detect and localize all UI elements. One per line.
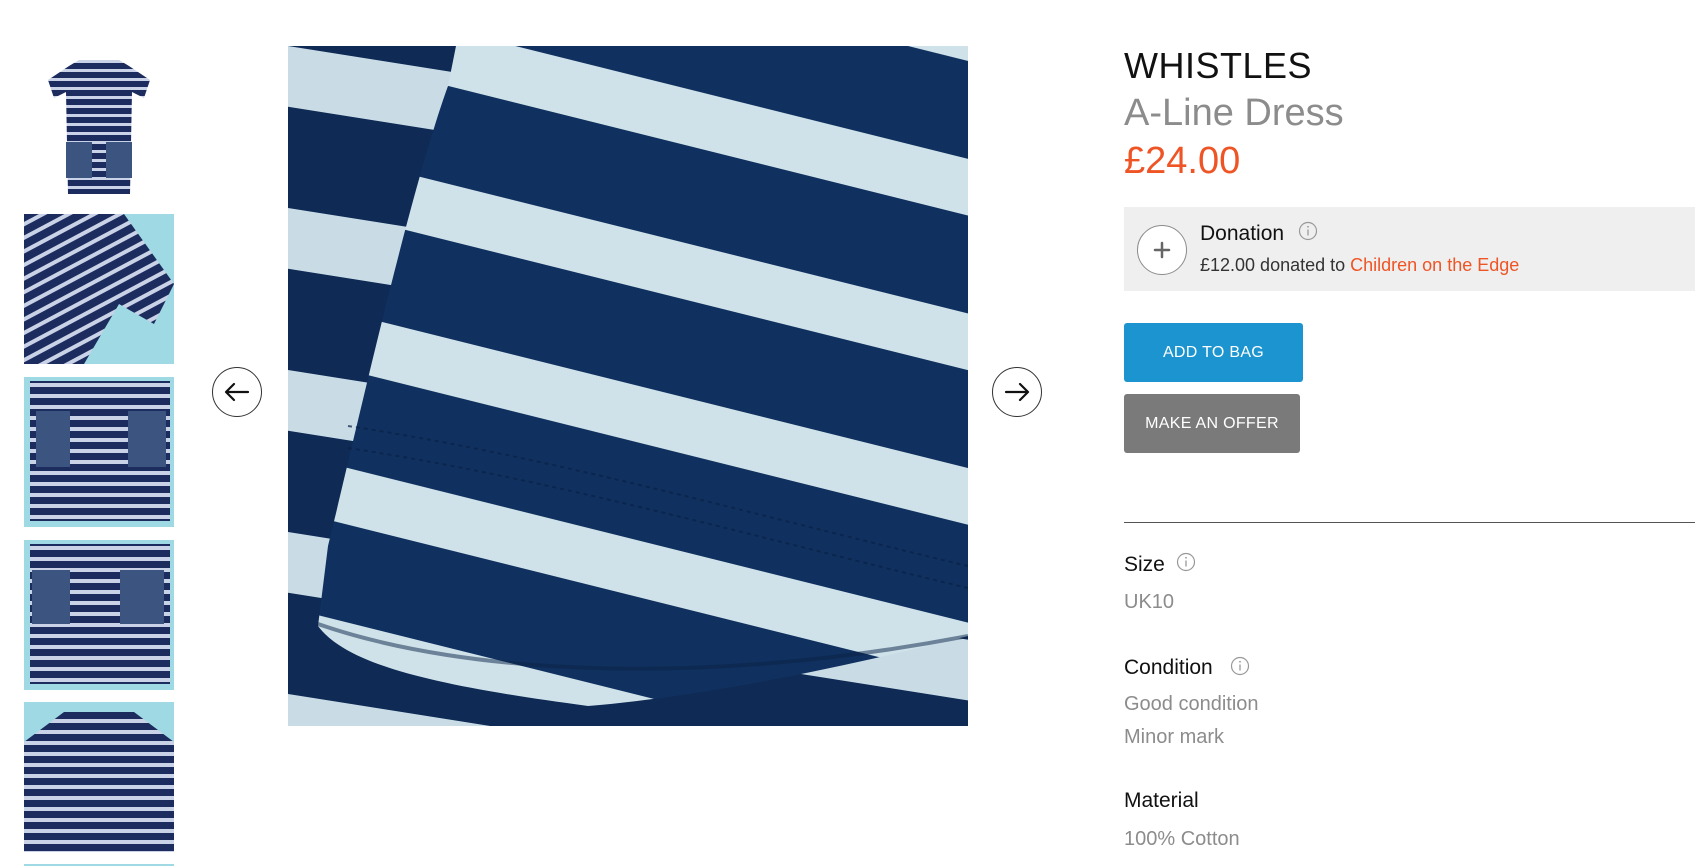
donation-amount: £12.00 donated to	[1200, 255, 1351, 275]
thumbnail-3[interactable]	[24, 377, 174, 527]
dress-sleeve-image	[24, 214, 174, 364]
condition-info-icon[interactable]	[1230, 656, 1250, 676]
charity-link[interactable]: Children on the Edge	[1350, 255, 1519, 275]
donation-text: £12.00 donated to Children on the Edge	[1200, 255, 1519, 276]
donation-box: Donation £12.00 donated to Children on t…	[1124, 207, 1695, 291]
thumbnail-1[interactable]	[24, 46, 174, 196]
plus-icon	[1153, 241, 1171, 259]
condition-value: Good condition	[1124, 693, 1259, 715]
product-title: A-Line Dress	[1124, 92, 1344, 134]
product-price: £24.00	[1124, 140, 1241, 182]
dress-pockets-detail-image	[30, 544, 170, 684]
thumbnail-4[interactable]	[24, 540, 174, 690]
size-value: UK10	[1124, 591, 1175, 613]
material-value: 100% Cotton	[1124, 828, 1240, 850]
info-icon[interactable]	[1298, 221, 1318, 241]
condition-label: Condition	[1124, 656, 1213, 679]
product-brand[interactable]: WHISTLES	[1124, 45, 1312, 87]
arrow-left-icon	[224, 382, 250, 402]
striped-fabric-closeup	[288, 46, 968, 726]
dress-front-image	[48, 60, 150, 194]
arrow-right-icon	[1004, 382, 1030, 402]
donation-add-button[interactable]	[1137, 225, 1187, 275]
condition-note: Minor mark	[1124, 726, 1225, 748]
add-to-bag-button[interactable]: ADD TO BAG	[1124, 323, 1303, 382]
make-offer-button[interactable]: MAKE AN OFFER	[1124, 394, 1300, 453]
dress-pockets-image	[30, 381, 170, 521]
dress-back-image	[24, 712, 174, 852]
thumbnail-5[interactable]	[24, 702, 174, 852]
next-image-button[interactable]	[992, 367, 1042, 417]
material-label: Material	[1124, 789, 1199, 812]
thumbnail-2[interactable]	[24, 214, 174, 364]
donation-title: Donation	[1200, 222, 1285, 245]
size-label: Size	[1124, 553, 1165, 576]
main-product-image[interactable]	[288, 46, 968, 726]
size-info-icon[interactable]	[1176, 552, 1196, 572]
previous-image-button[interactable]	[212, 367, 262, 417]
divider	[1124, 522, 1695, 523]
